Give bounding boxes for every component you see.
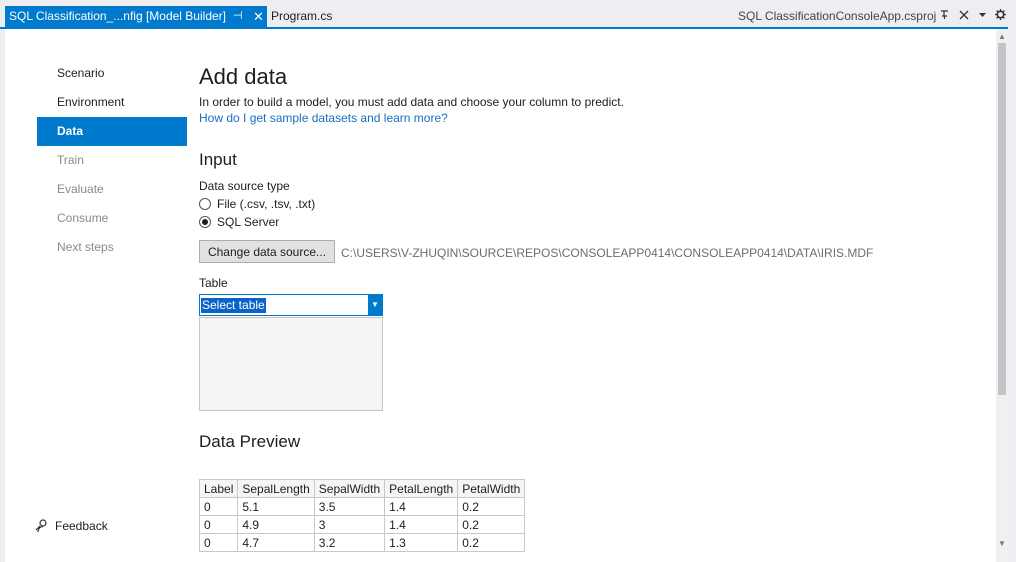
document-tab-bar: SQL Classification_...nfig [Model Builde… [0, 0, 1016, 29]
close-icon[interactable]: ✕ [253, 6, 264, 27]
column-header: PetalLength [384, 479, 459, 498]
feedback-link[interactable]: Feedback [35, 519, 108, 533]
input-heading: Input [199, 150, 237, 169]
feedback-label: Feedback [55, 519, 108, 533]
table-cell: 0 [198, 533, 239, 552]
table-cell: 3.5 [313, 497, 386, 516]
table-select-value: Select table [201, 298, 266, 313]
table-dropdown-list[interactable] [199, 317, 383, 411]
table-cell: 0.2 [457, 533, 526, 552]
data-source-path: C:\USERS\V-ZHUQIN\SOURCE\REPOS\CONSOLEAP… [341, 246, 874, 260]
vertical-scrollbar[interactable]: ▲ ▼ [996, 29, 1008, 562]
close-window-icon[interactable] [959, 6, 969, 27]
pin-tab-icon[interactable] [940, 6, 950, 27]
column-header: SepalLength [237, 479, 315, 498]
table-select[interactable]: Select table ▼ [199, 294, 383, 316]
column-header: SepalWidth [313, 479, 386, 498]
tab-model-builder[interactable]: SQL Classification_...nfig [Model Builde… [5, 6, 267, 27]
page-title: Add data [199, 64, 288, 89]
tab-program-cs-label: Program.cs [271, 9, 333, 23]
data-preview-heading: Data Preview [199, 432, 301, 451]
tab-program-cs[interactable]: Program.cs [268, 6, 358, 27]
data-source-type-label: Data source type [199, 179, 290, 193]
nav-item-environment[interactable]: Environment [37, 88, 187, 117]
table-cell: 1.4 [384, 515, 459, 534]
chevron-down-icon[interactable]: ▼ [368, 295, 382, 315]
tab-model-builder-label: SQL Classification_...nfig [Model Builde… [9, 9, 226, 23]
scroll-thumb[interactable] [998, 43, 1006, 395]
table-cell: 5.1 [237, 497, 315, 516]
table-label: Table [199, 276, 228, 290]
change-data-source-button[interactable]: Change data source... [199, 240, 335, 263]
nav-item-evaluate: Evaluate [57, 182, 104, 196]
radio-file-indicator[interactable] [199, 198, 211, 210]
nav-item-scenario[interactable]: Scenario [37, 59, 187, 88]
scroll-down-icon[interactable]: ▼ [996, 539, 1008, 549]
radio-sql-server-label: SQL Server [217, 215, 280, 229]
column-header: Label [198, 479, 239, 498]
table-cell: 0 [198, 515, 239, 534]
feedback-icon [35, 519, 47, 533]
intro-text: In order to build a model, you must add … [199, 95, 624, 109]
chevron-down-icon[interactable] [978, 6, 987, 27]
table-cell: 0 [198, 497, 239, 516]
nav-item-data[interactable]: Data [37, 117, 187, 146]
table-cell: 0.2 [457, 497, 526, 516]
table-row: 0 4.7 3.2 1.3 0.2 [198, 533, 526, 552]
table-cell: 1.4 [384, 497, 459, 516]
nav-item-consume: Consume [57, 211, 109, 225]
table-row: 0 4.9 3 1.4 0.2 [198, 515, 526, 534]
sample-datasets-link[interactable]: How do I get sample datasets and learn m… [199, 111, 448, 125]
table-cell: 3.2 [313, 533, 386, 552]
table-cell: 3 [313, 515, 386, 534]
pin-icon[interactable]: ⊣ [233, 6, 243, 27]
table-cell: 4.9 [237, 515, 315, 534]
radio-file-label: File (.csv, .tsv, .txt) [217, 197, 316, 211]
nav-item-next-steps: Next steps [57, 240, 114, 254]
gear-icon[interactable] [995, 6, 1006, 27]
radio-sql-server-indicator[interactable] [199, 216, 211, 228]
add-data-section: Add data In order to build a model, you … [198, 29, 989, 562]
table-cell: 1.3 [384, 533, 459, 552]
table-row: 0 5.1 3.5 1.4 0.2 [198, 497, 526, 516]
table-cell: 0.2 [457, 515, 526, 534]
step-navigation: Scenario Environment Data Train Evaluate… [37, 59, 187, 262]
table-cell: 4.7 [237, 533, 315, 552]
radio-sql-server[interactable]: SQL Server [199, 215, 279, 229]
project-title: SQL ClassificationConsoleApp.csproj [738, 9, 937, 23]
nav-item-train: Train [57, 153, 84, 167]
model-builder-panel: Scenario Environment Data Train Evaluate… [5, 29, 1008, 562]
model-builder-window: SQL Classification_...nfig [Model Builde… [0, 0, 1016, 562]
column-header: PetalWidth [457, 479, 526, 498]
data-preview-table: Label SepalLength SepalWidth PetalLength… [198, 479, 526, 552]
scroll-up-icon[interactable]: ▲ [996, 32, 1008, 42]
radio-file[interactable]: File (.csv, .tsv, .txt) [199, 197, 315, 211]
table-header-row: Label SepalLength SepalWidth PetalLength… [198, 479, 526, 498]
